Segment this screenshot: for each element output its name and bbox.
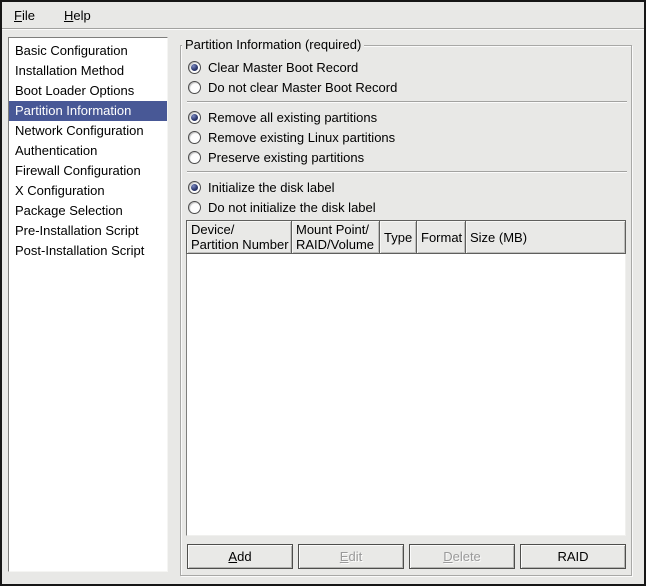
button-row: AddEditDeleteRAID (187, 544, 626, 569)
radio-label: Do not clear Master Boot Record (208, 80, 397, 95)
menubar-separator (2, 28, 644, 30)
column-header-mount-point-raid-volume[interactable]: Mount Point/RAID/Volume (291, 220, 380, 254)
sidebar-item-pre-installation-script[interactable]: Pre-Installation Script (9, 221, 167, 241)
radio-do-not-clear-master-boot-record[interactable]: Do not clear Master Boot Record (186, 77, 628, 97)
radio-button-icon (188, 81, 201, 94)
column-header-text: Partition Number (191, 237, 291, 252)
sidebar-item-partition-information[interactable]: Partition Information (9, 101, 167, 121)
radio-button-icon (188, 181, 201, 194)
radio-label: Preserve existing partitions (208, 150, 364, 165)
partition-information-frame: Partition Information (required) Clear M… (180, 45, 632, 576)
radio-label: Initialize the disk label (208, 180, 334, 195)
menu-bar: File Help (2, 2, 644, 28)
radio-initialize-the-disk-label[interactable]: Initialize the disk label (186, 177, 628, 197)
radio-button-icon (188, 111, 201, 124)
column-header-text: Device/ (191, 222, 291, 237)
radio-button-icon (188, 201, 201, 214)
radio-button-icon (188, 151, 201, 164)
radio-label: Do not initialize the disk label (208, 200, 376, 215)
partition-table: Device/Partition NumberMount Point/RAID/… (186, 220, 626, 536)
sidebar-item-boot-loader-options[interactable]: Boot Loader Options (9, 81, 167, 101)
separator (187, 171, 627, 173)
radio-label: Remove existing Linux partitions (208, 130, 395, 145)
menu-file[interactable]: File (11, 6, 38, 25)
column-header-text: Type (384, 230, 416, 245)
column-header-size-mb[interactable]: Size (MB) (465, 220, 626, 254)
column-header-text: Mount Point/ (296, 222, 379, 237)
column-header-text: Format (421, 230, 465, 245)
sidebar-item-authentication[interactable]: Authentication (9, 141, 167, 161)
menu-help[interactable]: Help (61, 6, 94, 25)
radio-label: Remove all existing partitions (208, 110, 377, 125)
frame-title: Partition Information (required) (182, 36, 364, 54)
radio-preserve-existing-partitions[interactable]: Preserve existing partitions (186, 147, 628, 167)
sidebar-item-post-installation-script[interactable]: Post-Installation Script (9, 241, 167, 261)
partition-table-body (186, 254, 626, 536)
separator (187, 101, 627, 103)
radio-remove-all-existing-partitions[interactable]: Remove all existing partitions (186, 107, 628, 127)
add-button[interactable]: Add (187, 544, 293, 569)
sidebar-list: Basic ConfigurationInstallation MethodBo… (8, 37, 168, 572)
delete-button: Delete (409, 544, 515, 569)
sidebar-item-firewall-configuration[interactable]: Firewall Configuration (9, 161, 167, 181)
radio-label: Clear Master Boot Record (208, 60, 358, 75)
column-header-text: RAID/Volume (296, 237, 379, 252)
sidebar-item-network-configuration[interactable]: Network Configuration (9, 121, 167, 141)
radio-groups: Clear Master Boot Record Do not clear Mas… (186, 57, 628, 217)
sidebar-item-basic-configuration[interactable]: Basic Configuration (9, 41, 167, 61)
column-header-text: Size (MB) (470, 230, 625, 245)
column-header-type[interactable]: Type (379, 220, 417, 254)
radio-clear-master-boot-record[interactable]: Clear Master Boot Record (186, 57, 628, 77)
sidebar-item-installation-method[interactable]: Installation Method (9, 61, 167, 81)
application-window: File Help Basic ConfigurationInstallation… (0, 0, 646, 586)
partition-table-header: Device/Partition NumberMount Point/RAID/… (186, 220, 626, 254)
radio-do-not-initialize-the-disk-label[interactable]: Do not initialize the disk label (186, 197, 628, 217)
radio-remove-existing-linux-partitions[interactable]: Remove existing Linux partitions (186, 127, 628, 147)
radio-button-icon (188, 61, 201, 74)
sidebar-item-x-configuration[interactable]: X Configuration (9, 181, 167, 201)
edit-button: Edit (298, 544, 404, 569)
raid-button[interactable]: RAID (520, 544, 626, 569)
column-header-format[interactable]: Format (416, 220, 466, 254)
column-header-device-partition-number[interactable]: Device/Partition Number (186, 220, 292, 254)
sidebar-item-package-selection[interactable]: Package Selection (9, 201, 167, 221)
radio-button-icon (188, 131, 201, 144)
